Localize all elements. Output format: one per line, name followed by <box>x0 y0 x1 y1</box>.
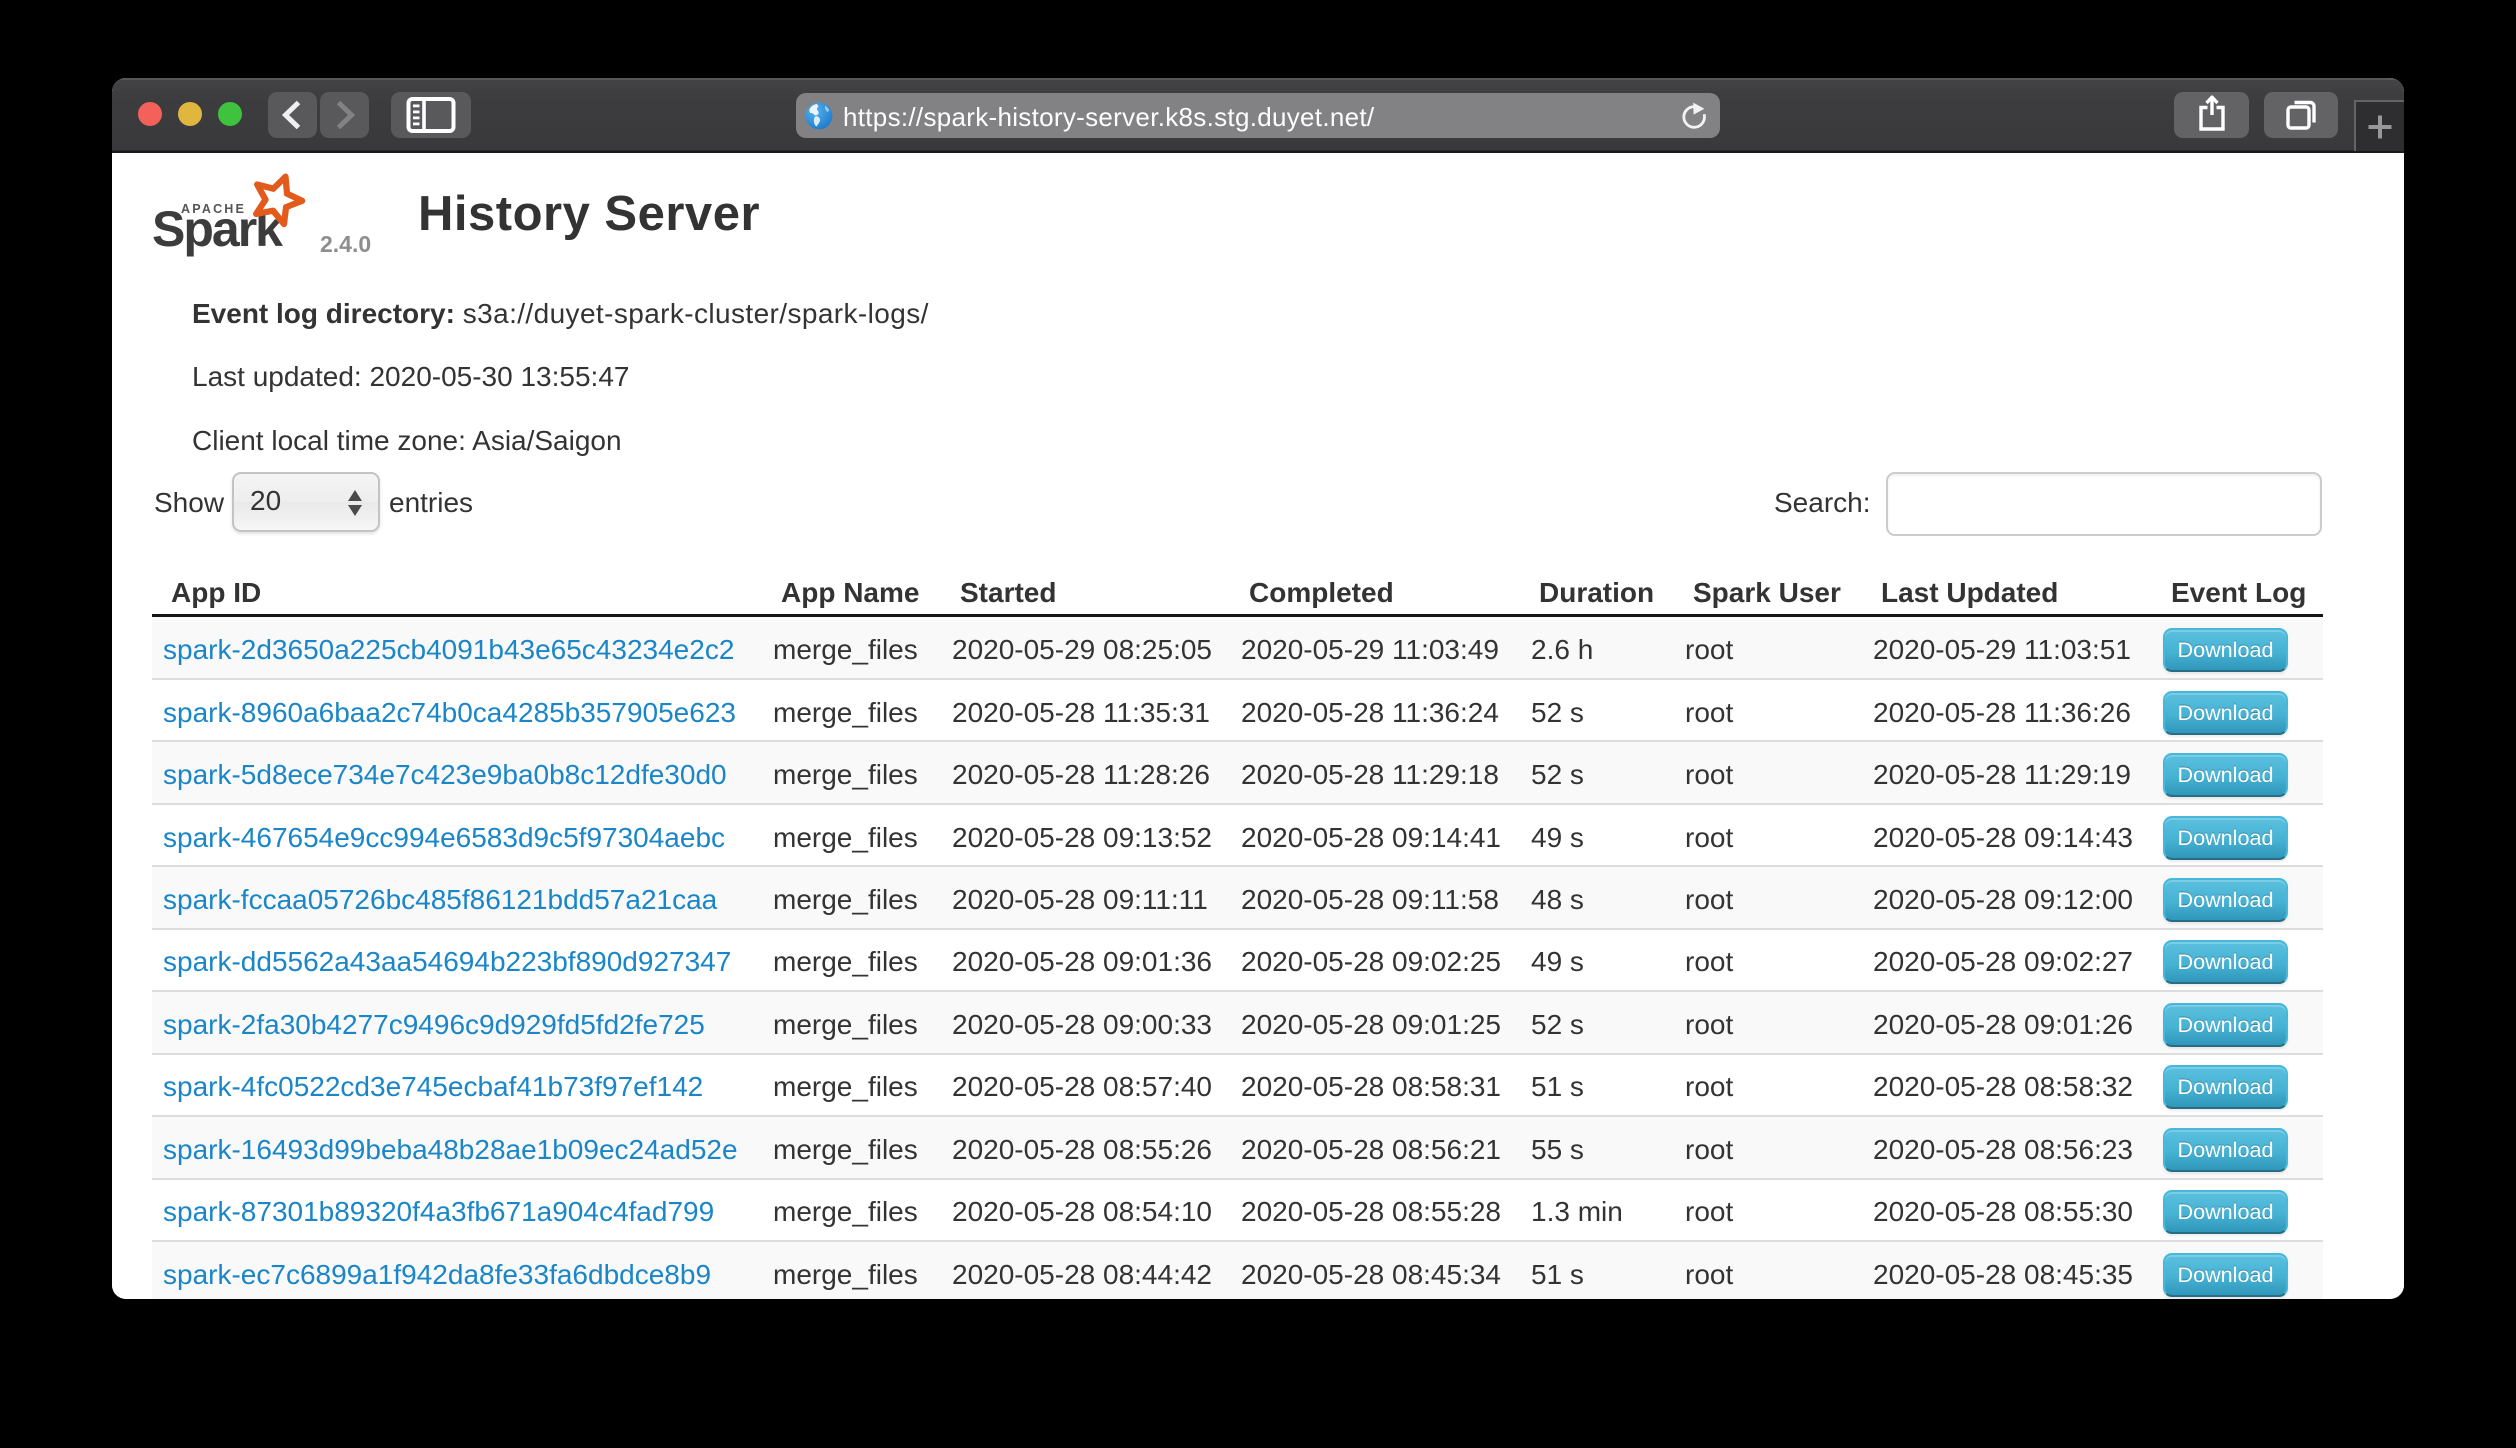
svg-text:APACHE: APACHE <box>181 202 246 216</box>
